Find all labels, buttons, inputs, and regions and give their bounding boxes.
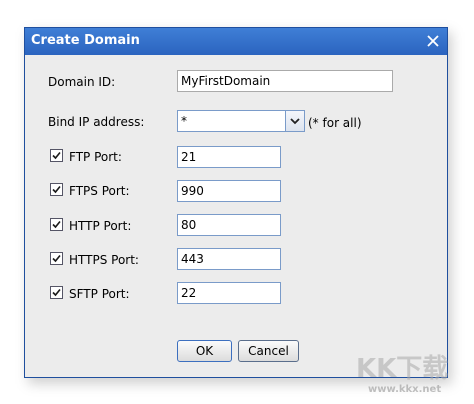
create-domain-dialog: Create Domain Domain ID: Bind IP address… xyxy=(24,27,448,378)
close-icon[interactable] xyxy=(423,31,443,51)
ftps-port-label: FTPS Port: xyxy=(69,184,130,198)
bind-ip-hint: (* for all) xyxy=(308,116,362,130)
checkmark-icon xyxy=(52,151,61,160)
ok-button[interactable]: OK xyxy=(177,340,232,362)
http-port-input[interactable] xyxy=(177,214,281,236)
checkmark-icon xyxy=(52,254,61,263)
domain-id-label: Domain ID: xyxy=(48,75,116,89)
ftps-port-input[interactable] xyxy=(177,180,281,202)
bind-ip-label: Bind IP address: xyxy=(48,115,145,129)
watermark-url: www.kkx.net xyxy=(368,384,442,395)
bind-ip-selected-value: * xyxy=(181,114,187,128)
checkmark-icon xyxy=(52,220,61,229)
sftp-port-checkbox[interactable] xyxy=(50,286,63,299)
dialog-title: Create Domain xyxy=(31,33,140,48)
ftp-port-label: FTP Port: xyxy=(69,150,122,164)
https-port-label: HTTPS Port: xyxy=(69,253,139,267)
ftps-port-checkbox[interactable] xyxy=(50,183,63,196)
watermark-logo: KK下载 xyxy=(356,354,449,384)
domain-id-input[interactable] xyxy=(177,70,393,92)
checkmark-icon xyxy=(52,185,61,194)
http-port-label: HTTP Port: xyxy=(69,219,132,233)
sftp-port-label: SFTP Port: xyxy=(69,287,130,301)
ftp-port-checkbox[interactable] xyxy=(50,149,63,162)
cancel-button[interactable]: Cancel xyxy=(238,340,299,362)
http-port-checkbox[interactable] xyxy=(50,218,63,231)
chevron-down-icon[interactable] xyxy=(285,111,304,131)
checkmark-icon xyxy=(52,288,61,297)
bind-ip-select[interactable]: * xyxy=(177,110,305,132)
https-port-checkbox[interactable] xyxy=(50,252,63,265)
ftp-port-input[interactable] xyxy=(177,146,281,168)
title-bar[interactable]: Create Domain xyxy=(25,28,447,55)
https-port-input[interactable] xyxy=(177,248,281,270)
sftp-port-input[interactable] xyxy=(177,282,281,304)
